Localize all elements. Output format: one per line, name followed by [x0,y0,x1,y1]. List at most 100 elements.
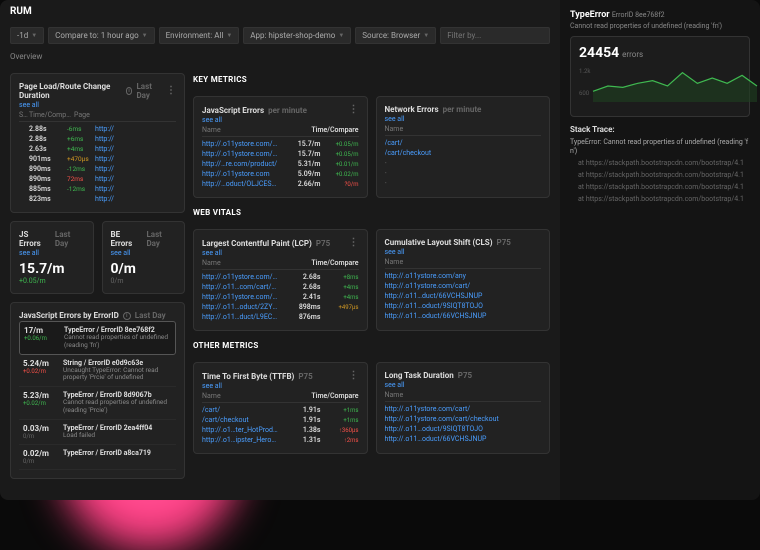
table-row[interactable]: http://.o11…com/cart/checkout 2.68s +4ms [202,282,359,292]
table-row[interactable]: http://.o11…oduct/66VCHSJNUP [385,311,542,321]
see-all-link[interactable]: see all [202,382,359,390]
more-icon[interactable]: ⋮ [349,238,359,248]
app-title: RUM [0,0,560,23]
table-row[interactable]: /cart/checkout 1.91s +1ms [202,415,359,425]
table-row[interactable]: 2.88s +6ms http:// [19,134,176,144]
item-link[interactable]: http://.o11…duct/L9ECAV7KIM [202,313,279,321]
item-link[interactable]: /cart/checkout [202,416,279,424]
item-link[interactable]: http://.o11ystore.com/any [385,272,542,280]
item-link[interactable]: /cart/ [385,139,542,147]
page-link[interactable]: http:// [95,185,176,193]
item-link[interactable]: http://.o11ystore.com/any [202,140,279,148]
item-link[interactable]: http://.o1…ter_HotProducts.svg [202,426,279,434]
item-link[interactable]: http://.o11…oduct/2ZYFJ3GM2N [202,303,279,311]
see-all-link[interactable]: see all [385,381,542,389]
table-row[interactable]: 823ms http:// [19,194,176,204]
table-row[interactable]: http://.o11ystore.com 5.09/m +0.02/m [202,169,359,179]
table-row[interactable]: http://…oduct/OLJCESPC7Z 2.66/m ?0/m [202,179,359,189]
item-link[interactable]: http://.o11ystore.com/any [202,273,279,281]
more-icon[interactable]: ⋮ [349,371,359,381]
item-link[interactable]: http://.o11ystore.com/cart/ [385,282,542,290]
table-row[interactable]: 890ms 72ms http:// [19,174,176,184]
filter-time[interactable]: -1d▼ [10,27,44,44]
page-link[interactable]: http:// [95,135,176,143]
table-row[interactable]: /cart/ [385,138,542,148]
item-link[interactable]: http://.o11…oduct/66VCHSJNUP [385,312,542,320]
table-row[interactable]: /cart/ 1.91s +1ms [202,405,359,415]
item-link[interactable]: http://.o11ystore.com/cart/ [385,405,542,413]
page-link[interactable]: http:// [95,125,176,133]
table-row[interactable]: http://.o11…oduct/9SIQT8TOJO [385,424,542,434]
table-row[interactable]: http://.o11ystore.com/cart/checkout [385,414,542,424]
filter-compare[interactable]: Compare to: 1 hour ago▼ [48,27,154,44]
item-link[interactable]: http://.o11…oduct/9SIQT8TOJO [385,302,542,310]
item-link[interactable]: http://…oduct/OLJCESPC7Z [202,180,279,188]
more-icon[interactable]: ⋮ [349,105,359,115]
see-all-link[interactable]: see all [202,249,359,257]
error-list-item[interactable]: 5.23/m+0.02/m TypeError / ErrorID 8d9067… [19,387,176,420]
item-link[interactable]: http://.o11…com/cart/checkout [202,283,279,291]
item-link[interactable]: http://.o11ystore.com/cart/checkout [385,415,542,423]
table-row[interactable]: - [385,158,542,168]
subnav-overview[interactable]: Overview [0,48,560,65]
item-link[interactable]: /cart/ [202,406,279,414]
table-row[interactable]: http://.o11ystore.com/any [385,271,542,281]
more-icon[interactable]: ⋮ [166,86,176,96]
table-row[interactable]: http://.o11…oduct/66VCHSJNUP [385,434,542,444]
table-row[interactable]: http://.o11ystore.com/cart 2.41s +4ms [202,292,359,302]
table-row[interactable]: http://.o11ystore.com/cart 15.7/m +0.05/… [202,149,359,159]
page-link[interactable]: http:// [95,165,176,173]
table-row[interactable]: - [385,168,542,178]
error-list-item[interactable]: 17/m+0.06/m TypeError / ErrorID 8ee768f2… [19,321,176,355]
table-row[interactable]: http://.o11ystore.com/any 2.68s +8ms [202,272,359,282]
card-sub: per minute [443,105,482,114]
table-row[interactable]: http://.o11ystore.com/cart/ [385,404,542,414]
item-link[interactable]: http://…re.com/product/ [202,160,279,168]
table-row[interactable]: http://.o11…oduct/2ZYFJ3GM2N 898ms +497µ… [202,302,359,312]
table-row[interactable]: 885ms -12ms http:// [19,184,176,194]
see-all-link[interactable]: see all [202,116,359,124]
see-all-link[interactable]: see all [19,249,85,257]
see-all-link[interactable]: see all [111,249,177,257]
col-name: Name [202,126,289,134]
item-link[interactable]: http://.o11ystore.com/cart [202,150,279,158]
table-row[interactable]: http://.o1…ter_HotProducts.svg 1.38s ↑36… [202,425,359,435]
table-row[interactable]: http://.o11ystore.com/any 15.7/m +0.05/m [202,139,359,149]
item-link[interactable]: http://.o11ystore.com/cart [202,293,279,301]
info-icon[interactable]: i [126,87,133,95]
table-row[interactable]: 901ms +470µs http:// [19,154,176,164]
table-row[interactable]: http://.o1…ipster_HeroLogo.svg 1.31s ↑2m… [202,435,359,445]
item-link[interactable]: http://.o11…duct/66VCHSJNUP [385,292,542,300]
error-list-item[interactable]: 0.03/m0/m TypeError / ErrorID 2ea4ff04Lo… [19,420,176,445]
error-list-item[interactable]: 5.24/m+0.02/m String / ErrorID e0d9c63eU… [19,355,176,388]
compare-value: 72ms [67,175,95,183]
item-link[interactable]: http://.o11…oduct/9SIQT8TOJO [385,425,542,433]
see-all-link[interactable]: see all [19,101,176,109]
page-link[interactable]: http:// [95,155,176,163]
info-icon[interactable]: i [123,312,131,320]
page-link[interactable]: http:// [95,145,176,153]
filter-app[interactable]: App: hipster-shop-demo▼ [243,27,351,44]
error-list-item[interactable]: 0.02/m0/m TypeError / ErrorID a8ca719 [19,445,176,470]
table-row[interactable]: http://.o11…duct/66VCHSJNUP [385,291,542,301]
filter-input[interactable] [440,27,550,44]
filter-env[interactable]: Environment: All▼ [159,27,240,44]
item-link[interactable]: http://.o1…ipster_HeroLogo.svg [202,436,279,444]
table-row[interactable]: http://.o11ystore.com/cart/ [385,281,542,291]
see-all-link[interactable]: see all [385,248,542,256]
item-link[interactable]: http://.o11…oduct/66VCHSJNUP [385,435,542,443]
item-link[interactable]: http://.o11ystore.com [202,170,279,178]
table-row[interactable]: 2.88s -6ms http:// [19,124,176,134]
table-row[interactable]: 2.63s +4ms http:// [19,144,176,154]
item-link[interactable]: /cart/checkout [385,149,542,157]
see-all-link[interactable]: see all [385,115,542,123]
page-link[interactable]: http:// [95,195,176,203]
table-row[interactable]: 890ms -12ms http:// [19,164,176,174]
table-row[interactable]: - [385,178,542,188]
filter-source[interactable]: Source: Browser▼ [355,27,436,44]
table-row[interactable]: http://…re.com/product/ 5.31/m +0.01/m [202,159,359,169]
page-link[interactable]: http:// [95,175,176,183]
table-row[interactable]: http://.o11…oduct/9SIQT8TOJO [385,301,542,311]
table-row[interactable]: /cart/checkout [385,148,542,158]
table-row[interactable]: http://.o11…duct/L9ECAV7KIM 876ms [202,312,359,322]
